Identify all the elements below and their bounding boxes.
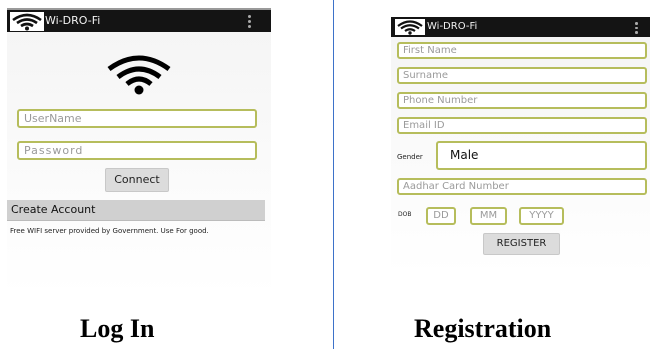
- overflow-menu-icon[interactable]: [635, 22, 638, 36]
- footer-text: Free WIFI server provided by Government.…: [10, 227, 209, 235]
- gender-value: Male: [450, 148, 479, 162]
- divider-line: [333, 0, 334, 349]
- register-button[interactable]: REGISTER: [483, 233, 560, 255]
- wifi-icon: [10, 12, 44, 31]
- phone-number-input[interactable]: Phone Number: [397, 92, 647, 109]
- create-account-bar[interactable]: Create Account: [7, 200, 265, 221]
- connect-button[interactable]: Connect: [105, 168, 169, 192]
- password-placeholder: Password: [24, 144, 84, 157]
- registration-app-bar: Wi-DRO-Fi: [391, 17, 650, 37]
- surname-input[interactable]: Surname: [397, 67, 647, 84]
- create-account-label: Create Account: [11, 203, 96, 216]
- dob-year-input[interactable]: YYYY: [519, 207, 564, 225]
- username-input[interactable]: UserName: [17, 109, 257, 128]
- dob-month-placeholder: MM: [479, 210, 498, 221]
- first-name-input[interactable]: First Name: [397, 42, 647, 59]
- dob-day-placeholder: DD: [433, 210, 449, 221]
- email-input[interactable]: Email ID: [397, 117, 647, 134]
- password-input[interactable]: Password: [17, 141, 257, 160]
- gender-select[interactable]: Male: [436, 141, 647, 170]
- wifi-icon: [395, 19, 425, 35]
- dob-label: DOB: [398, 211, 412, 218]
- connect-label: Connect: [114, 173, 160, 186]
- overflow-menu-icon[interactable]: [248, 15, 251, 30]
- registration-screen: Wi-DRO-Fi First Name Surname Phone Numbe…: [391, 17, 650, 275]
- wifi-icon: [107, 55, 171, 95]
- aadhar-input[interactable]: Aadhar Card Number: [397, 178, 647, 195]
- registration-caption: Registration: [414, 314, 552, 343]
- surname-placeholder: Surname: [403, 70, 448, 81]
- login-screen: Wi-DRO-Fi UserName Password Connect Crea…: [7, 8, 271, 296]
- email-placeholder: Email ID: [403, 120, 445, 131]
- gender-label: Gender: [397, 153, 423, 161]
- registration-app-title: Wi-DRO-Fi: [427, 21, 478, 32]
- username-placeholder: UserName: [24, 112, 82, 125]
- login-app-title: Wi-DRO-Fi: [45, 14, 101, 27]
- login-app-bar: Wi-DRO-Fi: [7, 10, 271, 32]
- phone-placeholder: Phone Number: [403, 95, 478, 106]
- dob-year-placeholder: YYYY: [529, 210, 554, 221]
- aadhar-placeholder: Aadhar Card Number: [403, 181, 509, 192]
- dob-month-input[interactable]: MM: [470, 207, 507, 225]
- login-caption: Log In: [80, 314, 155, 343]
- register-label: REGISTER: [496, 238, 547, 249]
- first-name-placeholder: First Name: [403, 45, 457, 56]
- dob-day-input[interactable]: DD: [426, 207, 456, 225]
